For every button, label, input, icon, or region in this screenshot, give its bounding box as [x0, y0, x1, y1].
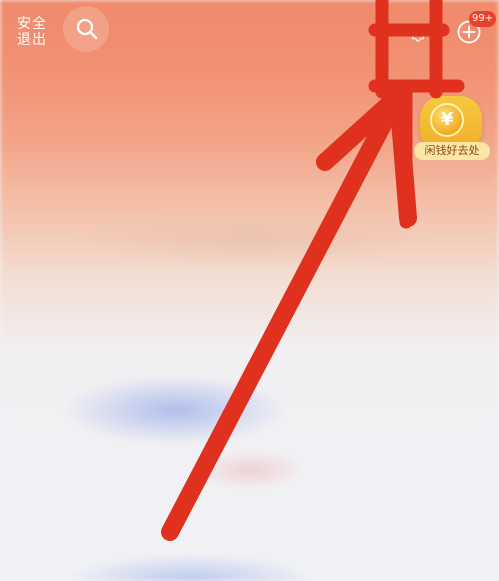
pointer-arrow	[161, 87, 417, 541]
annotation-overlay	[161, 0, 465, 541]
